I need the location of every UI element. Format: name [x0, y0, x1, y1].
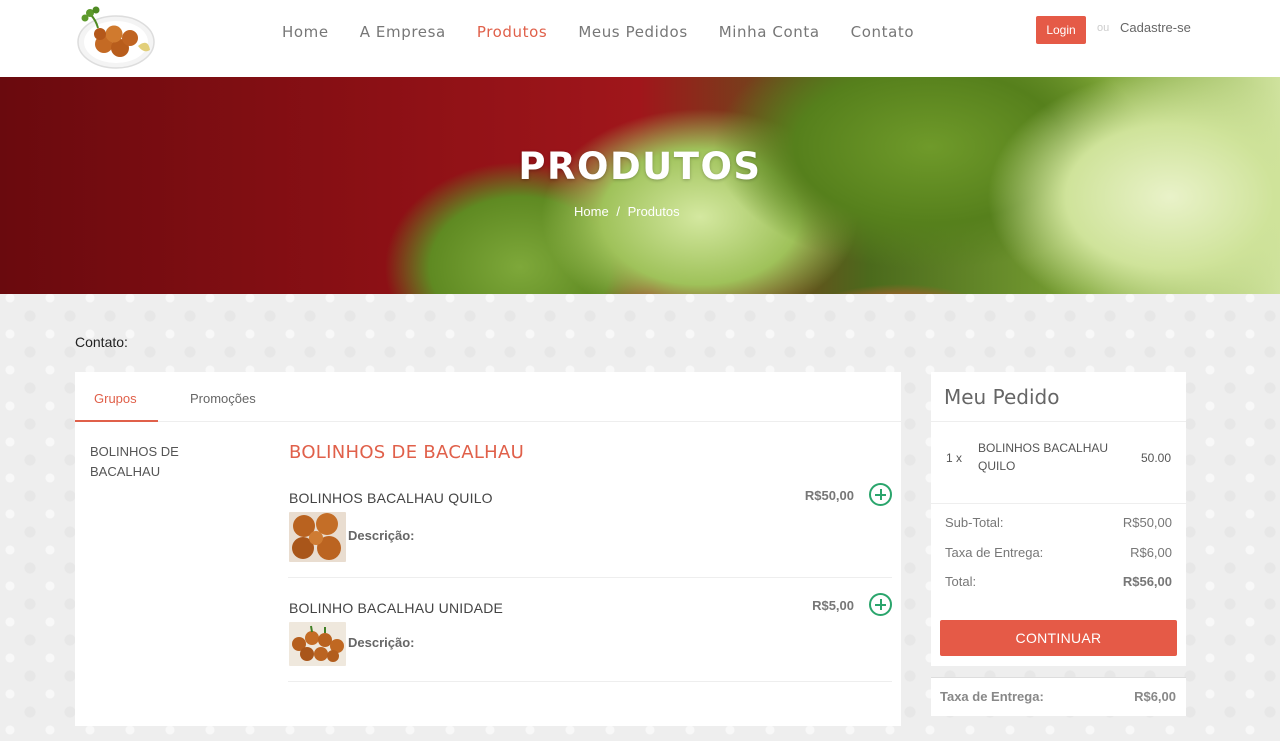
or-separator: ou — [1097, 22, 1110, 34]
nav-contato[interactable]: Contato — [851, 22, 915, 42]
total-row: Total: R$56,00 — [945, 574, 1172, 589]
product-price: R$50,00 — [804, 488, 854, 503]
login-button[interactable]: Login — [1036, 16, 1086, 44]
logo[interactable] — [76, 4, 158, 70]
breadcrumb-home[interactable]: Home — [574, 204, 609, 219]
main-nav: Home A Empresa Produtos Meus Pedidos Min… — [282, 22, 945, 42]
breadcrumb-current: Produtos — [627, 204, 680, 219]
delivery-fee-value: R$6,00 — [1134, 689, 1176, 704]
delivery-label: Taxa de Entrega: — [945, 545, 1044, 560]
continue-button[interactable]: CONTINUAR — [940, 620, 1177, 656]
product-description: Descrição: — [348, 635, 415, 650]
product-image[interactable] — [289, 622, 346, 666]
contact-label: Contato: — [75, 334, 128, 350]
divider — [931, 421, 1186, 422]
order-item-value: 50.00 — [1140, 451, 1171, 465]
tab-promocoes[interactable]: Promoções — [190, 391, 256, 406]
nav-meus-pedidos[interactable]: Meus Pedidos — [578, 22, 687, 42]
tab-grupos[interactable]: Grupos — [94, 391, 137, 406]
order-title: Meu Pedido — [944, 385, 1060, 409]
signup-link[interactable]: Cadastre-se — [1120, 20, 1191, 35]
nav-produtos[interactable]: Produtos — [477, 22, 548, 42]
nav-a-empresa[interactable]: A Empresa — [360, 22, 446, 42]
product-item: BOLINHO BACALHAU UNIDADE R$5,00 Descriçã… — [288, 578, 892, 682]
products-panel: Grupos Promoções BOLINHOS DE BACALHAU BO… — [75, 372, 901, 726]
page-title: PRODUTOS — [518, 145, 762, 188]
subtotal-value: R$50,00 — [1122, 515, 1172, 530]
delivery-row: Taxa de Entrega: R$6,00 — [945, 545, 1172, 560]
order-panel: Meu Pedido 1 x BOLINHOS BACALHAU QUILO 5… — [931, 372, 1186, 666]
hero-banner: PRODUTOS Home / Produtos — [0, 77, 1280, 294]
product-price: R$5,00 — [812, 598, 854, 613]
tab-bar: Grupos Promoções — [75, 372, 901, 422]
breadcrumb-separator: / — [616, 204, 620, 219]
group-item-bolinhos[interactable]: BOLINHOS DE BACALHAU — [90, 442, 210, 482]
add-to-cart-icon[interactable] — [869, 593, 892, 616]
site-header: Home A Empresa Produtos Meus Pedidos Min… — [0, 0, 1280, 77]
product-name: BOLINHOS BACALHAU QUILO — [289, 490, 493, 506]
delivery-value: R$6,00 — [1130, 545, 1172, 560]
product-name: BOLINHO BACALHAU UNIDADE — [289, 600, 504, 616]
add-to-cart-icon[interactable] — [869, 483, 892, 506]
subtotal-label: Sub-Total: — [945, 515, 1004, 530]
order-item-name: BOLINHOS BACALHAU QUILO — [978, 441, 1109, 473]
total-label: Total: — [945, 574, 977, 589]
tab-active-indicator — [75, 420, 158, 422]
delivery-fee-label: Taxa de Entrega: — [940, 689, 1044, 704]
product-image[interactable] — [289, 512, 346, 562]
total-value: R$56,00 — [1122, 574, 1172, 589]
breadcrumb: Home / Produtos — [574, 204, 684, 219]
nav-home[interactable]: Home — [282, 22, 329, 42]
delivery-fee-box: Taxa de Entrega: R$6,00 — [931, 677, 1186, 716]
order-item-qty: 1 x — [946, 451, 963, 465]
nav-minha-conta[interactable]: Minha Conta — [719, 22, 820, 42]
subtotal-row: Sub-Total: R$50,00 — [945, 515, 1172, 530]
category-title: BOLINHOS DE BACALHAU — [289, 442, 525, 463]
divider — [931, 503, 1186, 504]
product-item: BOLINHOS BACALHAU QUILO R$50,00 Descriçã… — [288, 480, 892, 578]
product-description: Descrição: — [348, 528, 415, 543]
